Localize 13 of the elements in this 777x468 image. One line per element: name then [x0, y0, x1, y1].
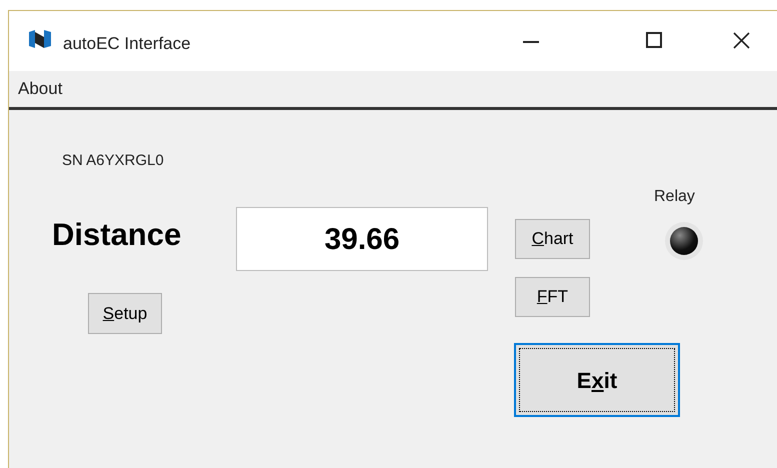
- dialog-button[interactable]: FFT: [515, 277, 590, 317]
- menu-item[interactable]: About: [14, 76, 66, 102]
- relay-label: Relay: [654, 187, 695, 207]
- close-icon[interactable]: [733, 32, 750, 49]
- dialog-button[interactable]: Chart: [515, 219, 590, 259]
- serial-number-label: SN A6YXRGL0: [62, 151, 164, 171]
- dialog-button[interactable]: Exit: [514, 343, 680, 417]
- distance-label: Distance: [52, 216, 182, 254]
- app-logo-icon: [28, 28, 52, 50]
- window-title: autoEC Interface: [63, 33, 191, 55]
- distance-value-field: 39.66: [236, 207, 488, 271]
- maximize-icon[interactable]: [646, 32, 662, 48]
- dialog-button[interactable]: Setup: [88, 293, 162, 334]
